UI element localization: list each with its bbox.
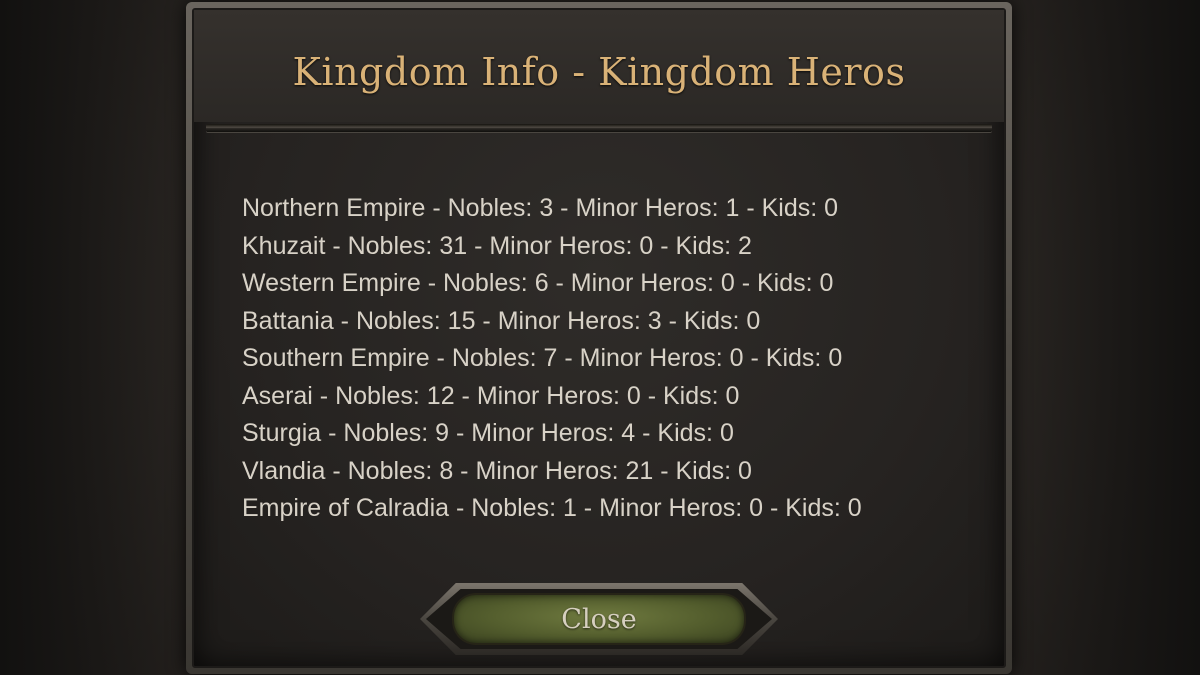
close-button-label: Close — [561, 603, 637, 635]
title-bar: Kingdom Info - Kingdom Heros — [194, 10, 1004, 122]
kingdom-line-western-empire: Western Empire - Nobles: 6 - Minor Heros… — [242, 269, 834, 297]
kingdom-info-dialog: Kingdom Info - Kingdom Heros Northern Em… — [186, 2, 1012, 674]
backdrop-right — [1000, 0, 1200, 675]
backdrop-left — [0, 0, 200, 675]
close-button-frame: Close — [420, 583, 778, 655]
kingdom-line-vlandia: Vlandia - Nobles: 8 - Minor Heros: 21 - … — [242, 456, 752, 485]
kingdom-line-khuzait: Khuzait - Nobles: 31 - Minor Heros: 0 - … — [242, 231, 752, 260]
kingdom-line-battania: Battania - Nobles: 15 - Minor Heros: 3 -… — [242, 306, 761, 335]
dialog-body: Kingdom Info - Kingdom Heros Northern Em… — [192, 8, 1006, 668]
kingdom-line-northern-empire: Northern Empire - Nobles: 3 - Minor Hero… — [242, 194, 839, 222]
kingdom-line-empire-of-calradia: Empire of Calradia - Nobles: 1 - Minor H… — [242, 494, 862, 522]
title-divider — [206, 124, 992, 132]
kingdom-line-aserai: Aserai - Nobles: 12 - Minor Heros: 0 - K… — [242, 381, 740, 410]
dialog-title: Kingdom Info - Kingdom Heros — [292, 50, 906, 94]
kingdom-list: Northern Empire - Nobles: 3 - Minor Hero… — [242, 190, 964, 528]
close-button[interactable]: Close — [454, 595, 744, 643]
kingdom-line-southern-empire: Southern Empire - Nobles: 7 - Minor Hero… — [242, 344, 843, 372]
kingdom-line-sturgia: Sturgia - Nobles: 9 - Minor Heros: 4 - K… — [242, 419, 734, 447]
